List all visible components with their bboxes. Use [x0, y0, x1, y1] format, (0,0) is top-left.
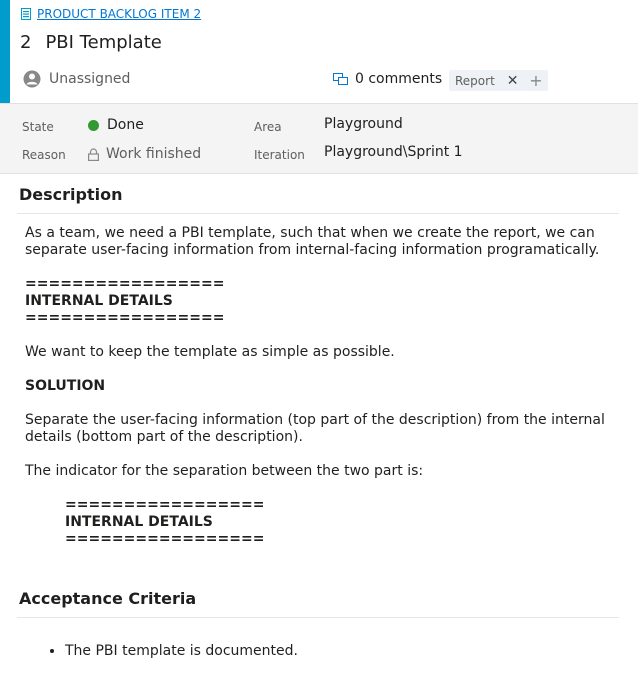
- area-value[interactable]: Playground: [324, 116, 403, 132]
- state-value[interactable]: Done: [107, 117, 144, 133]
- description-editor[interactable]: As a team, we need a PBI template, such …: [25, 225, 615, 548]
- comments-count[interactable]: 0 comments: [355, 71, 442, 87]
- comments-link[interactable]: 0 comments: [333, 71, 442, 87]
- area-field[interactable]: Playground: [324, 116, 403, 132]
- separator-example: ================= INTERNAL DETAILS =====…: [65, 497, 615, 548]
- lock-icon: [88, 147, 99, 161]
- state-color-dot: [88, 119, 99, 131]
- area-label: Area: [254, 120, 282, 134]
- description-paragraph: Separate the user-facing information (to…: [25, 412, 605, 445]
- state-dropdown[interactable]: Done: [88, 117, 144, 133]
- title-row: 2 PBI Template: [20, 32, 162, 53]
- tag-report: Report ✕: [449, 70, 525, 91]
- state-label: State: [22, 120, 54, 134]
- assigned-to-label[interactable]: Unassigned: [49, 71, 130, 87]
- separator-rule: =================: [25, 276, 225, 292]
- description-paragraph: As a team, we need a PBI template, such …: [25, 225, 600, 258]
- internal-details-heading: INTERNAL DETAILS: [25, 293, 173, 309]
- list-item: The PBI template is documented.: [65, 643, 298, 659]
- description-divider: [17, 213, 619, 214]
- description-paragraph: We want to keep the template as simple a…: [25, 344, 395, 360]
- acceptance-criteria-heading: Acceptance Criteria: [19, 589, 197, 608]
- assigned-to-control[interactable]: Unassigned: [23, 70, 130, 88]
- work-item-type-link[interactable]: PRODUCT BACKLOG ITEM 2: [21, 7, 201, 21]
- work-item-type-label[interactable]: PRODUCT BACKLOG ITEM 2: [37, 7, 201, 21]
- reason-label: Reason: [22, 148, 66, 162]
- description-paragraph: The indicator for the separation between…: [25, 463, 424, 479]
- internal-details-heading: INTERNAL DETAILS: [65, 514, 213, 530]
- unassigned-avatar-icon: [23, 70, 41, 88]
- add-tag-button[interactable]: +: [524, 70, 548, 91]
- work-item-title[interactable]: PBI Template: [45, 32, 161, 53]
- separator-rule: =================: [65, 531, 265, 547]
- iteration-field[interactable]: Playground\Sprint 1: [324, 144, 463, 160]
- solution-heading: SOLUTION: [25, 378, 106, 394]
- fields-panel: State Done Reason Work finished Area Pla…: [0, 103, 638, 174]
- separator-rule: =================: [25, 310, 225, 326]
- separator-rule: =================: [65, 497, 265, 513]
- plus-icon: +: [529, 71, 543, 90]
- work-item-header: PRODUCT BACKLOG ITEM 2 2 PBI Template Un…: [0, 0, 638, 103]
- comments-icon: [333, 72, 348, 85]
- acceptance-criteria-list[interactable]: The PBI template is documented.: [25, 643, 298, 659]
- iteration-value[interactable]: Playground\Sprint 1: [324, 144, 463, 160]
- work-item-type-color-bar: [0, 0, 10, 103]
- reason-value: Work finished: [106, 146, 202, 162]
- work-item-id: 2: [20, 32, 32, 53]
- backlog-item-icon: [21, 8, 31, 20]
- tag-label: Report: [455, 73, 495, 88]
- remove-tag-icon[interactable]: ✕: [507, 74, 519, 88]
- iteration-label: Iteration: [254, 148, 305, 162]
- acceptance-divider: [17, 617, 619, 618]
- description-heading: Description: [19, 185, 123, 204]
- reason-field: Work finished: [88, 146, 201, 162]
